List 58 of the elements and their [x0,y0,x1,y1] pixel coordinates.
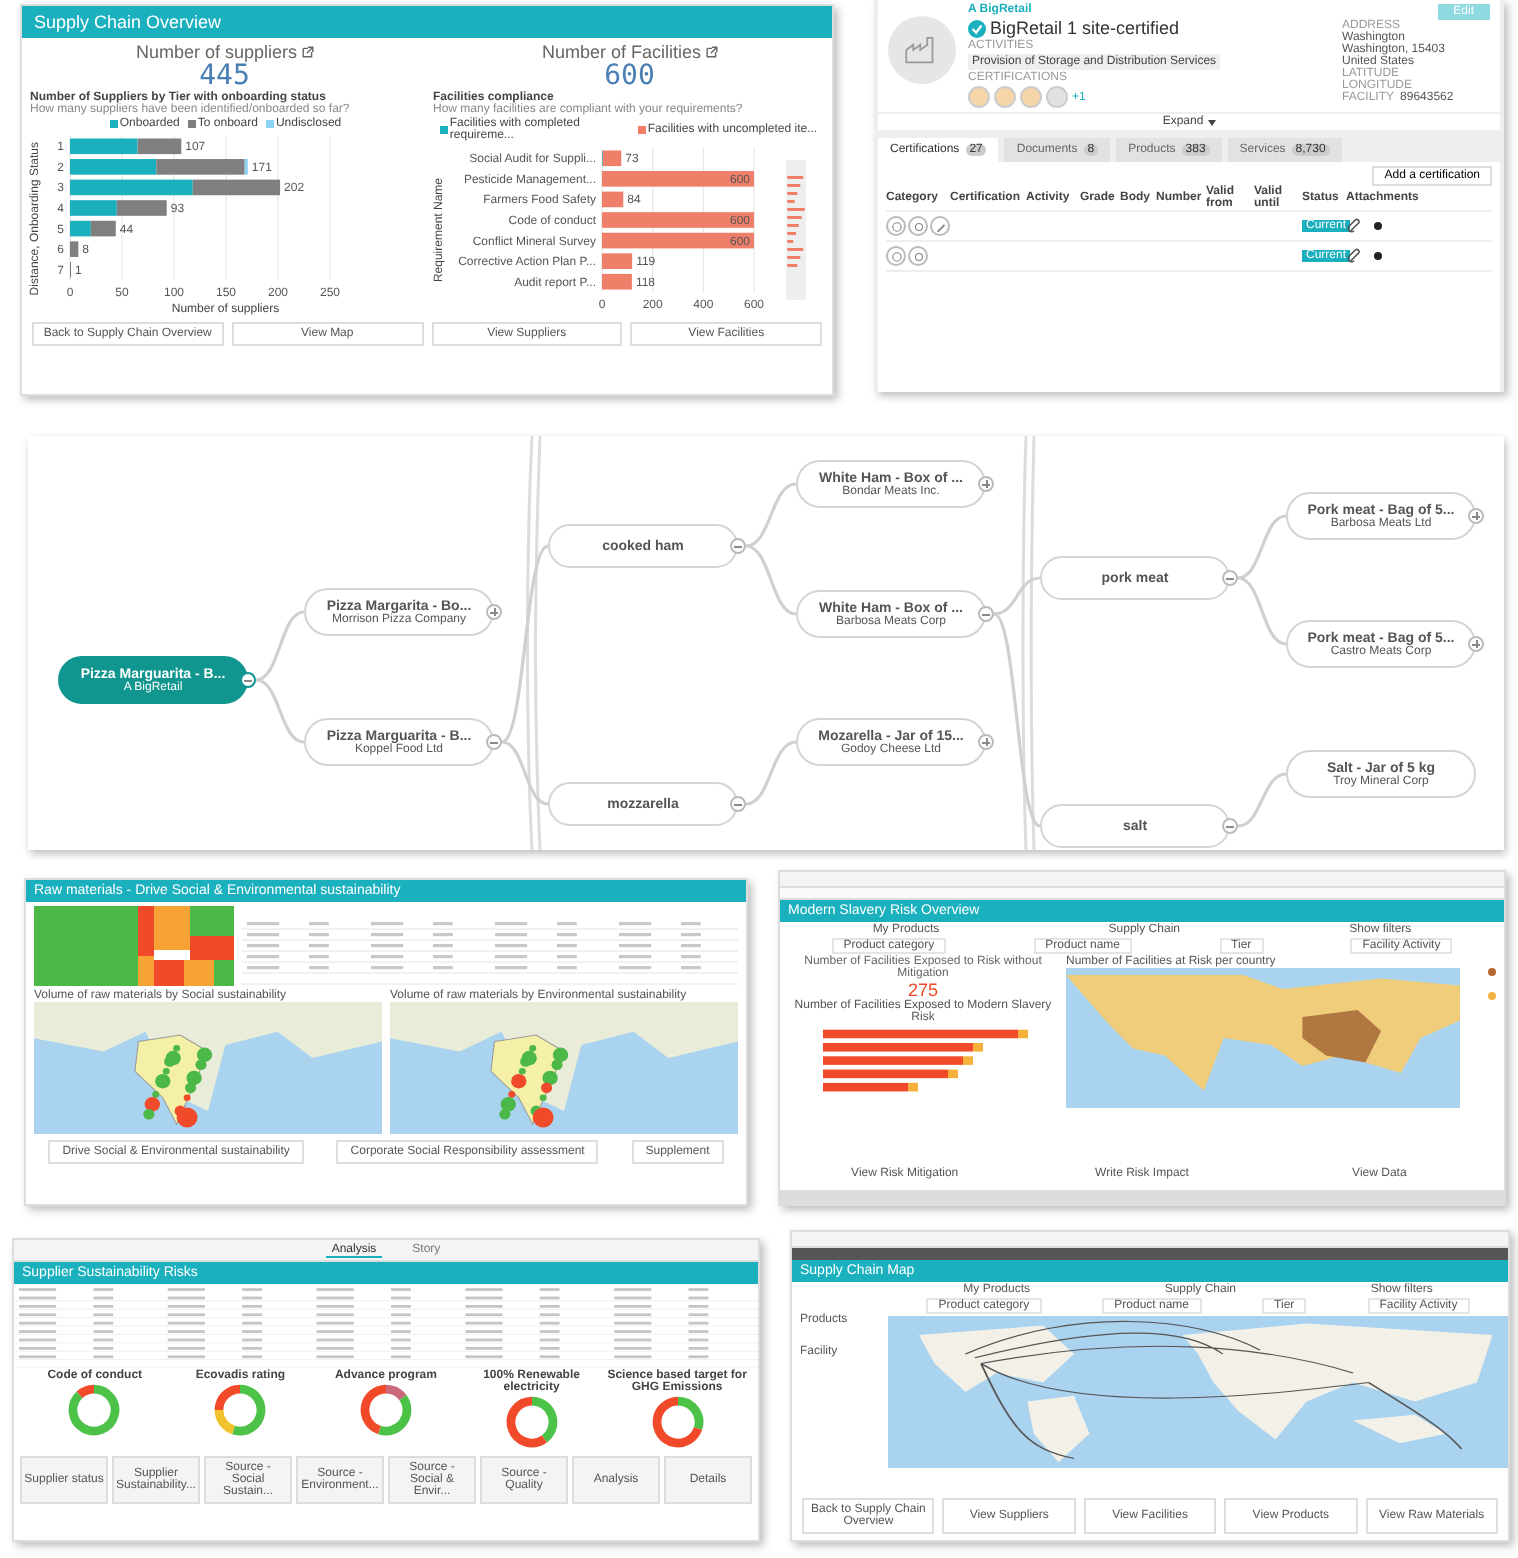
kpi-value: 445 [199,62,250,92]
connector-line [745,740,797,806]
collapse-icon[interactable] [240,672,256,688]
category-icon [908,246,928,266]
bar [601,192,623,209]
donut-chart-drawing [503,1394,560,1450]
bar [601,254,632,270]
collapse-icon[interactable] [1222,570,1238,586]
bar [70,200,117,217]
external-link-icon[interactable] [301,46,314,58]
info-icon[interactable] [1374,222,1382,230]
donut-chart-drawing [649,1394,706,1450]
donut-chart-drawing [66,1382,123,1438]
bar [70,180,193,197]
factory-icon [888,16,956,84]
kpi-value: 275 [907,980,939,1000]
kpi-label: Number of Facilities [541,42,702,62]
collapse-icon[interactable] [730,538,746,554]
category-icon [930,216,950,236]
expand-icon[interactable] [978,734,994,750]
caret-icon [1207,119,1216,125]
bar [192,180,281,197]
category-icon [886,246,906,266]
connector-line [745,544,797,616]
connector-line [1237,772,1287,828]
bar [116,200,167,217]
category-icon [908,216,928,236]
collapse-icon[interactable] [486,734,502,750]
external-link-icon[interactable] [705,46,718,58]
connector-line [745,482,797,548]
collapse-icon[interactable] [1222,818,1238,834]
connector-line [255,678,305,744]
legend-dot [1488,992,1496,1000]
expand-icon[interactable] [1468,636,1484,652]
bar [70,159,157,176]
expand-icon[interactable] [1468,508,1484,524]
connector-line [1237,514,1287,580]
bar [70,242,79,258]
bar [601,274,631,291]
kpi-value: 600 [604,62,655,93]
scrollbar-preview-drawing[interactable] [785,160,805,301]
collapse-icon[interactable] [978,606,994,622]
donut-chart-drawing [357,1382,414,1438]
collapse-icon[interactable] [730,796,746,812]
donut-chart-drawing [212,1382,269,1438]
connector-line [1237,576,1287,646]
facility-name: BigRetail 1 site-certified [990,18,1180,38]
connector-line [255,610,305,682]
category-icon [886,216,906,236]
bar [70,221,91,238]
verified-icon [968,19,986,37]
legend-dot [1488,968,1496,976]
bar [90,221,116,238]
kpi-label: Number of suppliers [135,42,298,62]
expand-icon[interactable] [486,604,502,620]
panel-title: Supply Chain Overview [22,6,832,38]
info-icon[interactable] [1374,252,1382,260]
expand-icon[interactable] [978,476,994,492]
